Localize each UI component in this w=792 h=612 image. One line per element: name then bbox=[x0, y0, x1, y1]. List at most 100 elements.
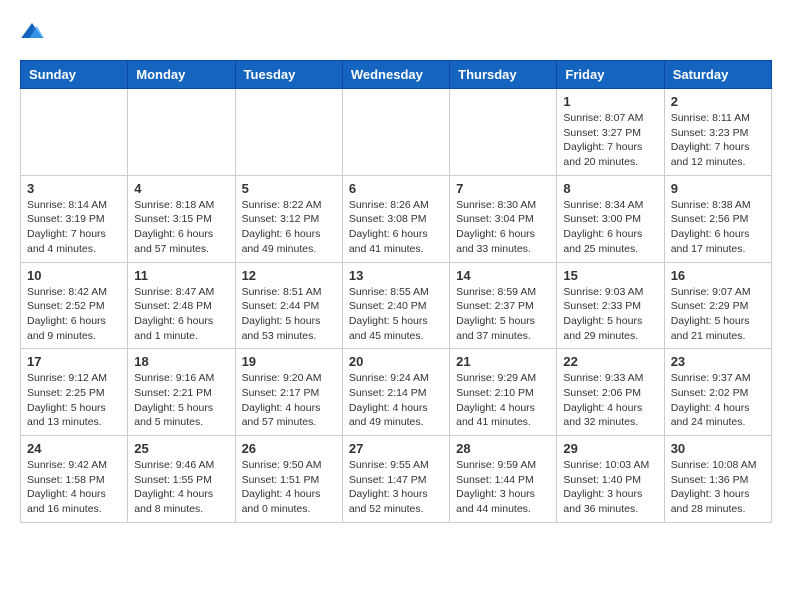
day-number: 2 bbox=[671, 94, 765, 109]
day-info: Sunrise: 8:34 AM Sunset: 3:00 PM Dayligh… bbox=[563, 198, 657, 257]
day-number: 24 bbox=[27, 441, 121, 456]
calendar-day-22: 22 Sunrise: 9:33 AM Sunset: 2:06 PM Dayli… bbox=[557, 349, 664, 436]
calendar: SundayMondayTuesdayWednesdayThursdayFrid… bbox=[20, 60, 772, 523]
day-info: Sunrise: 9:20 AM Sunset: 2:17 PM Dayligh… bbox=[242, 371, 336, 430]
calendar-day-5: 5 Sunrise: 8:22 AM Sunset: 3:12 PM Daylig… bbox=[235, 175, 342, 262]
calendar-day-21: 21 Sunrise: 9:29 AM Sunset: 2:10 PM Dayli… bbox=[450, 349, 557, 436]
day-number: 23 bbox=[671, 354, 765, 369]
day-info: Sunrise: 8:38 AM Sunset: 2:56 PM Dayligh… bbox=[671, 198, 765, 257]
page-header bbox=[20, 20, 772, 44]
calendar-week-row: 17Sunrise: 9:12 AM Sunset: 2:25 PM Dayli… bbox=[21, 349, 772, 436]
day-info: Sunrise: 9:24 AM Sunset: 2:14 PM Dayligh… bbox=[349, 371, 443, 430]
logo-icon bbox=[20, 20, 44, 44]
day-info: Sunrise: 9:55 AM Sunset: 1:47 PM Dayligh… bbox=[349, 458, 443, 517]
day-number: 22 bbox=[563, 354, 657, 369]
day-info: Sunrise: 8:14 AM Sunset: 3:19 PM Dayligh… bbox=[27, 198, 121, 257]
day-number: 20 bbox=[349, 354, 443, 369]
day-info: Sunrise: 9:16 AM Sunset: 2:21 PM Dayligh… bbox=[134, 371, 228, 430]
day-info: Sunrise: 10:03 AM Sunset: 1:40 PM Daylig… bbox=[563, 458, 657, 517]
logo bbox=[20, 20, 48, 44]
weekday-header-wednesday: Wednesday bbox=[342, 61, 449, 89]
weekday-header-monday: Monday bbox=[128, 61, 235, 89]
calendar-day-20: 20 Sunrise: 9:24 AM Sunset: 2:14 PM Dayli… bbox=[342, 349, 449, 436]
day-number: 8 bbox=[563, 181, 657, 196]
day-number: 10 bbox=[27, 268, 121, 283]
day-info: Sunrise: 9:42 AM Sunset: 1:58 PM Dayligh… bbox=[27, 458, 121, 517]
day-number: 11 bbox=[134, 268, 228, 283]
calendar-day-9: 9 Sunrise: 8:38 AM Sunset: 2:56 PM Daylig… bbox=[664, 175, 771, 262]
day-number: 1 bbox=[563, 94, 657, 109]
day-number: 7 bbox=[456, 181, 550, 196]
day-number: 3 bbox=[27, 181, 121, 196]
day-info: Sunrise: 8:51 AM Sunset: 2:44 PM Dayligh… bbox=[242, 285, 336, 344]
calendar-day-11: 11 Sunrise: 8:47 AM Sunset: 2:48 PM Dayli… bbox=[128, 262, 235, 349]
day-info: Sunrise: 10:08 AM Sunset: 1:36 PM Daylig… bbox=[671, 458, 765, 517]
day-info: Sunrise: 8:47 AM Sunset: 2:48 PM Dayligh… bbox=[134, 285, 228, 344]
day-info: Sunrise: 9:50 AM Sunset: 1:51 PM Dayligh… bbox=[242, 458, 336, 517]
day-number: 9 bbox=[671, 181, 765, 196]
day-number: 5 bbox=[242, 181, 336, 196]
calendar-day-19: 19 Sunrise: 9:20 AM Sunset: 2:17 PM Dayli… bbox=[235, 349, 342, 436]
calendar-day-14: 14 Sunrise: 8:59 AM Sunset: 2:37 PM Dayli… bbox=[450, 262, 557, 349]
calendar-week-row: 24 Sunrise: 9:42 AM Sunset: 1:58 PM Dayli… bbox=[21, 436, 772, 523]
calendar-day-7: 7 Sunrise: 8:30 AM Sunset: 3:04 PM Daylig… bbox=[450, 175, 557, 262]
day-number: 4 bbox=[134, 181, 228, 196]
day-number: 18 bbox=[134, 354, 228, 369]
day-number: 6 bbox=[349, 181, 443, 196]
day-info: Sunrise: 8:11 AM Sunset: 3:23 PM Dayligh… bbox=[671, 111, 765, 170]
calendar-day-10: 10Sunrise: 8:42 AM Sunset: 2:52 PM Dayli… bbox=[21, 262, 128, 349]
calendar-day-28: 28 Sunrise: 9:59 AM Sunset: 1:44 PM Dayli… bbox=[450, 436, 557, 523]
day-info: Sunrise: 9:12 AM Sunset: 2:25 PM Dayligh… bbox=[27, 371, 121, 430]
calendar-week-row: 3 Sunrise: 8:14 AM Sunset: 3:19 PM Daylig… bbox=[21, 175, 772, 262]
day-number: 29 bbox=[563, 441, 657, 456]
day-number: 25 bbox=[134, 441, 228, 456]
calendar-day-30: 30 Sunrise: 10:08 AM Sunset: 1:36 PM Dayl… bbox=[664, 436, 771, 523]
weekday-header-friday: Friday bbox=[557, 61, 664, 89]
calendar-empty-cell bbox=[128, 89, 235, 176]
calendar-day-17: 17Sunrise: 9:12 AM Sunset: 2:25 PM Dayli… bbox=[21, 349, 128, 436]
day-info: Sunrise: 8:30 AM Sunset: 3:04 PM Dayligh… bbox=[456, 198, 550, 257]
calendar-day-18: 18 Sunrise: 9:16 AM Sunset: 2:21 PM Dayli… bbox=[128, 349, 235, 436]
calendar-day-23: 23 Sunrise: 9:37 AM Sunset: 2:02 PM Dayli… bbox=[664, 349, 771, 436]
day-info: Sunrise: 9:29 AM Sunset: 2:10 PM Dayligh… bbox=[456, 371, 550, 430]
calendar-week-row: 10Sunrise: 8:42 AM Sunset: 2:52 PM Dayli… bbox=[21, 262, 772, 349]
day-number: 27 bbox=[349, 441, 443, 456]
calendar-day-12: 12Sunrise: 8:51 AM Sunset: 2:44 PM Dayli… bbox=[235, 262, 342, 349]
day-info: Sunrise: 8:22 AM Sunset: 3:12 PM Dayligh… bbox=[242, 198, 336, 257]
weekday-header-thursday: Thursday bbox=[450, 61, 557, 89]
calendar-day-13: 13 Sunrise: 8:55 AM Sunset: 2:40 PM Dayli… bbox=[342, 262, 449, 349]
day-number: 15 bbox=[563, 268, 657, 283]
day-info: Sunrise: 8:59 AM Sunset: 2:37 PM Dayligh… bbox=[456, 285, 550, 344]
calendar-day-4: 4 Sunrise: 8:18 AM Sunset: 3:15 PM Daylig… bbox=[128, 175, 235, 262]
day-number: 14 bbox=[456, 268, 550, 283]
calendar-week-row: 1Sunrise: 8:07 AM Sunset: 3:27 PM Daylig… bbox=[21, 89, 772, 176]
calendar-day-24: 24 Sunrise: 9:42 AM Sunset: 1:58 PM Dayli… bbox=[21, 436, 128, 523]
day-info: Sunrise: 9:46 AM Sunset: 1:55 PM Dayligh… bbox=[134, 458, 228, 517]
calendar-day-1: 1Sunrise: 8:07 AM Sunset: 3:27 PM Daylig… bbox=[557, 89, 664, 176]
day-info: Sunrise: 9:03 AM Sunset: 2:33 PM Dayligh… bbox=[563, 285, 657, 344]
calendar-day-6: 6 Sunrise: 8:26 AM Sunset: 3:08 PM Daylig… bbox=[342, 175, 449, 262]
calendar-day-25: 25 Sunrise: 9:46 AM Sunset: 1:55 PM Dayli… bbox=[128, 436, 235, 523]
calendar-empty-cell bbox=[342, 89, 449, 176]
day-number: 21 bbox=[456, 354, 550, 369]
day-number: 28 bbox=[456, 441, 550, 456]
day-info: Sunrise: 9:59 AM Sunset: 1:44 PM Dayligh… bbox=[456, 458, 550, 517]
day-info: Sunrise: 9:37 AM Sunset: 2:02 PM Dayligh… bbox=[671, 371, 765, 430]
day-info: Sunrise: 9:07 AM Sunset: 2:29 PM Dayligh… bbox=[671, 285, 765, 344]
day-info: Sunrise: 9:33 AM Sunset: 2:06 PM Dayligh… bbox=[563, 371, 657, 430]
day-info: Sunrise: 8:55 AM Sunset: 2:40 PM Dayligh… bbox=[349, 285, 443, 344]
calendar-day-26: 26 Sunrise: 9:50 AM Sunset: 1:51 PM Dayli… bbox=[235, 436, 342, 523]
day-number: 26 bbox=[242, 441, 336, 456]
calendar-day-16: 16Sunrise: 9:07 AM Sunset: 2:29 PM Dayli… bbox=[664, 262, 771, 349]
calendar-day-2: 2 Sunrise: 8:11 AM Sunset: 3:23 PM Daylig… bbox=[664, 89, 771, 176]
calendar-empty-cell bbox=[450, 89, 557, 176]
calendar-header-row: SundayMondayTuesdayWednesdayThursdayFrid… bbox=[21, 61, 772, 89]
day-info: Sunrise: 8:18 AM Sunset: 3:15 PM Dayligh… bbox=[134, 198, 228, 257]
day-info: Sunrise: 8:26 AM Sunset: 3:08 PM Dayligh… bbox=[349, 198, 443, 257]
weekday-header-tuesday: Tuesday bbox=[235, 61, 342, 89]
day-number: 30 bbox=[671, 441, 765, 456]
day-number: 13 bbox=[349, 268, 443, 283]
day-number: 19 bbox=[242, 354, 336, 369]
calendar-empty-cell bbox=[235, 89, 342, 176]
calendar-day-8: 8 Sunrise: 8:34 AM Sunset: 3:00 PM Daylig… bbox=[557, 175, 664, 262]
